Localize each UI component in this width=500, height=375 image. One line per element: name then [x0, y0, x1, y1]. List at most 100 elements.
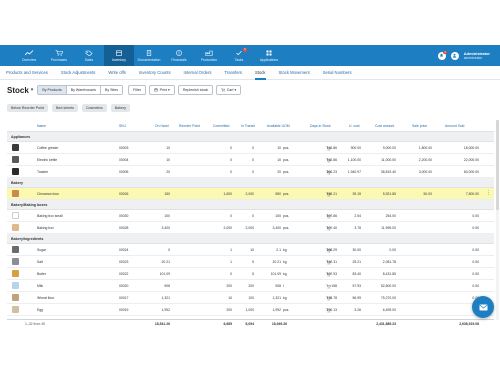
table-row[interactable]: Wheat flour 00017 1,321 10 100 1,321 kg 178.78 5…	[7, 292, 494, 304]
cell-available: 10	[277, 146, 281, 150]
group-row[interactable]: Bakery/Ingredients	[7, 234, 494, 244]
replenish-stock-button[interactable]: Replenish stock	[177, 85, 214, 95]
view-by-products-button[interactable]: By Products	[38, 86, 67, 94]
table-row[interactable]: Coffee grinder 00003 10 0 0 10 pcs. 112.86 900.0…	[7, 142, 494, 154]
add-to-cart-icon[interactable]	[326, 259, 331, 265]
col-on-hand[interactable]: On Hand	[155, 124, 169, 128]
chat-button[interactable]	[472, 296, 494, 318]
table-row[interactable]: Butter 00022 101.09 0 5 101.09 kg 107.93 83.40 8,…	[7, 268, 494, 280]
row-menu-icon[interactable]: ⋮	[486, 190, 491, 196]
add-to-cart-icon[interactable]	[326, 145, 331, 151]
cell-on-hand: 1,992	[161, 308, 171, 312]
table-scrollbar[interactable]	[496, 120, 499, 320]
col-sale-price[interactable]: Sale price	[412, 124, 427, 128]
product-thumbnail	[12, 168, 19, 175]
col-amount-sold[interactable]: Amount Sold	[445, 124, 464, 128]
view-by-warehouses-button[interactable]: By Warehouses	[66, 86, 101, 94]
cell-on-hand: 101.09	[159, 272, 170, 276]
tab-transfers[interactable]: Transfers	[224, 66, 242, 80]
group-row[interactable]: Appliances	[7, 132, 494, 142]
cell-cost-amount: 8,431.85	[382, 272, 396, 276]
col-sku[interactable]: SKU	[119, 124, 126, 128]
nav-documentation[interactable]: Documentation	[134, 45, 164, 66]
cart-button[interactable]: Cart ▾	[216, 85, 242, 95]
cell-uom: pcs.	[283, 158, 290, 162]
nav-financials[interactable]: Financials	[164, 45, 194, 66]
total-cost-amount: 2,431,889.23	[376, 322, 396, 326]
notifications-button[interactable]: 1	[437, 50, 447, 60]
view-by-sites-button[interactable]: By Sites	[100, 86, 123, 94]
tag-icon	[85, 50, 93, 56]
col-name[interactable]: Name	[37, 124, 46, 128]
filter-label: Filter	[133, 88, 142, 92]
cell-on-hand: 908	[164, 284, 170, 288]
nav-tasks[interactable]: 5 Tasks	[224, 45, 254, 66]
col-cost-amount[interactable]: Cost amount	[375, 124, 394, 128]
col-available[interactable]: Available UOM	[267, 124, 290, 128]
add-to-cart-icon[interactable]	[326, 213, 331, 219]
group-row[interactable]: Bakery/Baking boxes	[7, 200, 494, 210]
table-row[interactable]: Cinnamon bun 00026 150 1,600 2,000 550 pcs. 192…	[7, 188, 494, 200]
grid-icon	[266, 50, 272, 55]
add-to-cart-icon[interactable]	[326, 283, 331, 289]
tab-internal-orders[interactable]: Internal Orders	[184, 66, 212, 80]
chip-below-reorder-point[interactable]: Below Reorder Point	[7, 104, 48, 112]
cell-on-hand: 150	[164, 192, 170, 196]
tab-serial-numbers[interactable]: Serial Numbers	[323, 66, 352, 80]
cell-sku: 00017	[119, 296, 129, 300]
cell-uom: pcs.	[283, 146, 290, 150]
chip-cosmetics[interactable]: Cosmetics	[81, 104, 107, 112]
add-to-cart-icon[interactable]	[326, 271, 331, 277]
cell-in-transit: 2,000	[245, 192, 255, 196]
add-to-cart-icon[interactable]	[326, 307, 331, 313]
product-thumbnail	[12, 246, 19, 253]
table-row[interactable]: Toaster 00005 20 0 0 20 pcs. 262.23 1,940.97 38,8…	[7, 166, 494, 178]
profile-avatar[interactable]	[450, 51, 459, 60]
nav-sales[interactable]: Sales	[74, 45, 104, 66]
cell-amount-sold: 0.00	[472, 260, 479, 264]
product-thumbnail	[12, 156, 19, 163]
col-unit-cost[interactable]: U. cost	[349, 124, 360, 128]
table-row[interactable]: Egg 00019 1,992 200 1,000 1,992 pcs. 270.13 3.26…	[7, 304, 494, 316]
chip-bakery[interactable]: Bakery	[110, 104, 130, 112]
filter-button[interactable]: Filter	[128, 85, 147, 95]
nav-inventory[interactable]: Inventory	[104, 45, 134, 66]
table-row[interactable]: Baking box 00028 3,400 2,000 2,000 3,400 pcs. 1…	[7, 222, 494, 234]
group-row[interactable]: Bakery	[7, 178, 494, 188]
cell-on-hand: 10	[166, 146, 170, 150]
chart-line-icon	[25, 49, 33, 55]
col-days-in-stock[interactable]: Days in Stock	[310, 124, 331, 128]
table-row[interactable]: Milk 00020 908 200 200 908 l 198 57.93 52,600.00 0…	[7, 280, 494, 292]
add-to-cart-icon[interactable]	[326, 191, 331, 197]
add-to-cart-icon[interactable]	[326, 247, 331, 253]
chevron-down-icon[interactable]: ▾	[31, 87, 34, 93]
nav-applications[interactable]: Applications	[254, 45, 284, 66]
table-row[interactable]: Sugar 00024 0 1 10 2.1 kg 268.29 30.00 0.00 0.00	[7, 244, 494, 256]
user-info[interactable]: Administrator administrator	[464, 51, 490, 60]
scrollbar-thumb[interactable]	[496, 120, 499, 210]
add-to-cart-icon[interactable]	[326, 225, 331, 231]
table-row[interactable]: Salt 00023 20.21 1 5 20.21 kg 112.31 25.21 2,081.…	[7, 256, 494, 268]
add-to-cart-icon[interactable]	[326, 169, 331, 175]
tab-products-and-services[interactable]: Products and Services	[6, 66, 48, 80]
tab-stock-adjustments[interactable]: Stock Adjustments	[61, 66, 95, 80]
view-switcher: By Products By Warehouses By Sites	[37, 85, 124, 95]
add-to-cart-icon[interactable]	[326, 157, 331, 163]
nav-production[interactable]: Production	[194, 45, 224, 66]
cell-uom: kg	[283, 272, 287, 276]
add-to-cart-icon[interactable]	[326, 295, 331, 301]
nav-purchases[interactable]: Purchases	[44, 45, 74, 66]
tab-stock-movement[interactable]: Stock Movement	[279, 66, 310, 80]
pagination-count[interactable]: 1–32 from 49	[25, 322, 45, 326]
tab-stock[interactable]: Stock	[255, 66, 267, 80]
col-reorder-point[interactable]: Reorder Point	[179, 124, 200, 128]
table-row[interactable]: Electric kettle 00004 10 0 0 10 pcs. 112.86 1,10…	[7, 154, 494, 166]
table-row[interactable]: Baking box small 00030 100 0 0 100 pcs. 107.86 2…	[7, 210, 494, 222]
col-in-transit[interactable]: In Transit	[241, 124, 255, 128]
tab-write-offs[interactable]: Write offs	[108, 66, 126, 80]
print-button[interactable]: Print ▾	[149, 85, 175, 95]
nav-overview[interactable]: Overview	[14, 45, 44, 66]
chip-bed-sheets[interactable]: Bed sheets	[51, 104, 78, 112]
tab-inventory-counts[interactable]: Inventory Counts	[139, 66, 171, 80]
col-committed[interactable]: Committed	[213, 124, 229, 128]
